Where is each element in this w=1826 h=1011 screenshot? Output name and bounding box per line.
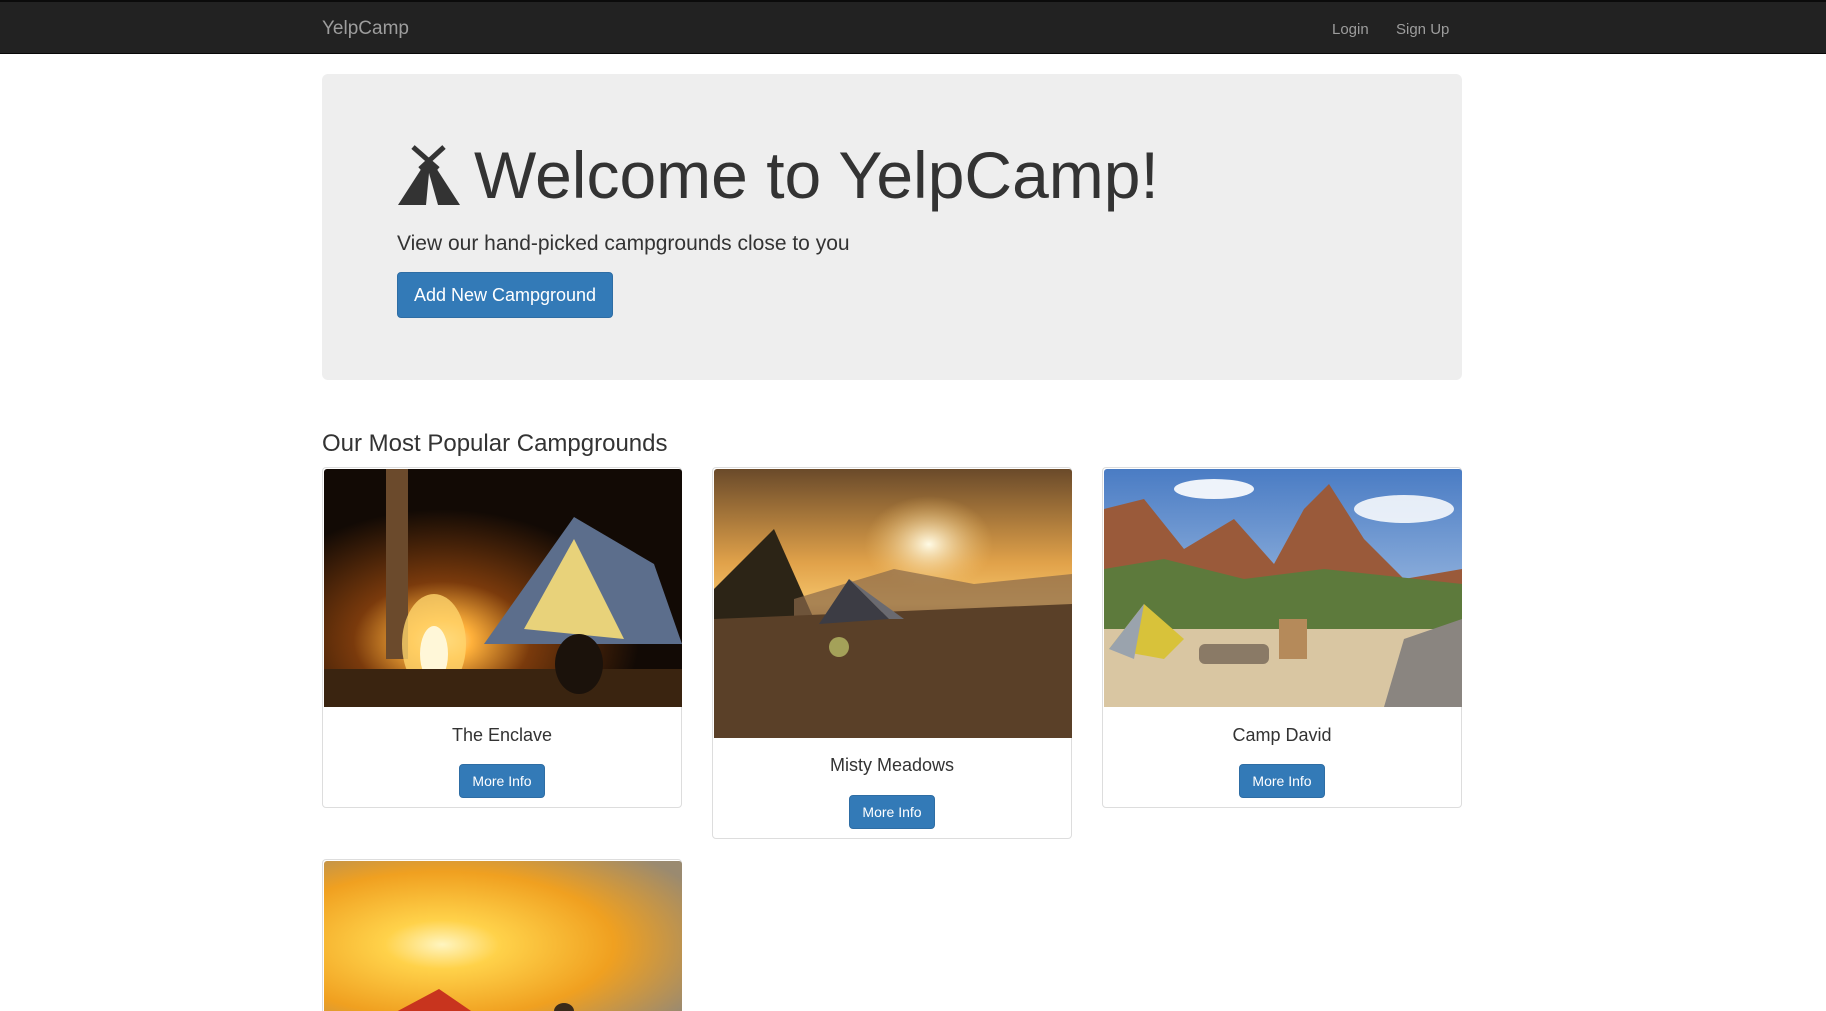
hero-title-text: Welcome to YelpCamp! [474, 138, 1159, 212]
campground-image[interactable] [324, 469, 682, 707]
more-info-button[interactable]: More Info [849, 795, 935, 829]
campground-card: Misty Meadows More Info [712, 467, 1072, 839]
navbar: YelpCamp Login Sign Up [0, 0, 1826, 54]
more-info-button[interactable]: More Info [1239, 764, 1325, 798]
campground-image[interactable] [714, 469, 1072, 738]
add-campground-button[interactable]: Add New Campground [397, 272, 613, 318]
campground-image[interactable] [1104, 469, 1462, 707]
login-link[interactable]: Login [1332, 21, 1369, 38]
campground-name: Misty Meadows [829, 755, 955, 775]
jumbotron: Welcome to YelpCamp! View our hand-picke… [322, 74, 1462, 380]
campground-card: The Enclave More Info [322, 467, 682, 808]
brand-link[interactable]: YelpCamp [322, 18, 409, 40]
campground-image[interactable] [324, 861, 682, 1011]
section-title: Our Most Popular Campgrounds [322, 430, 668, 457]
signup-link[interactable]: Sign Up [1396, 21, 1449, 38]
campground-name: The Enclave [451, 725, 553, 745]
page-title: Welcome to YelpCamp! [396, 142, 1159, 208]
tent-icon [396, 143, 462, 207]
campground-card [322, 859, 682, 1011]
campground-name: Camp David [1232, 725, 1332, 745]
more-info-button[interactable]: More Info [459, 764, 545, 798]
campground-card: Camp David More Info [1102, 467, 1462, 808]
hero-subtitle: View our hand-picked campgrounds close t… [397, 232, 850, 255]
